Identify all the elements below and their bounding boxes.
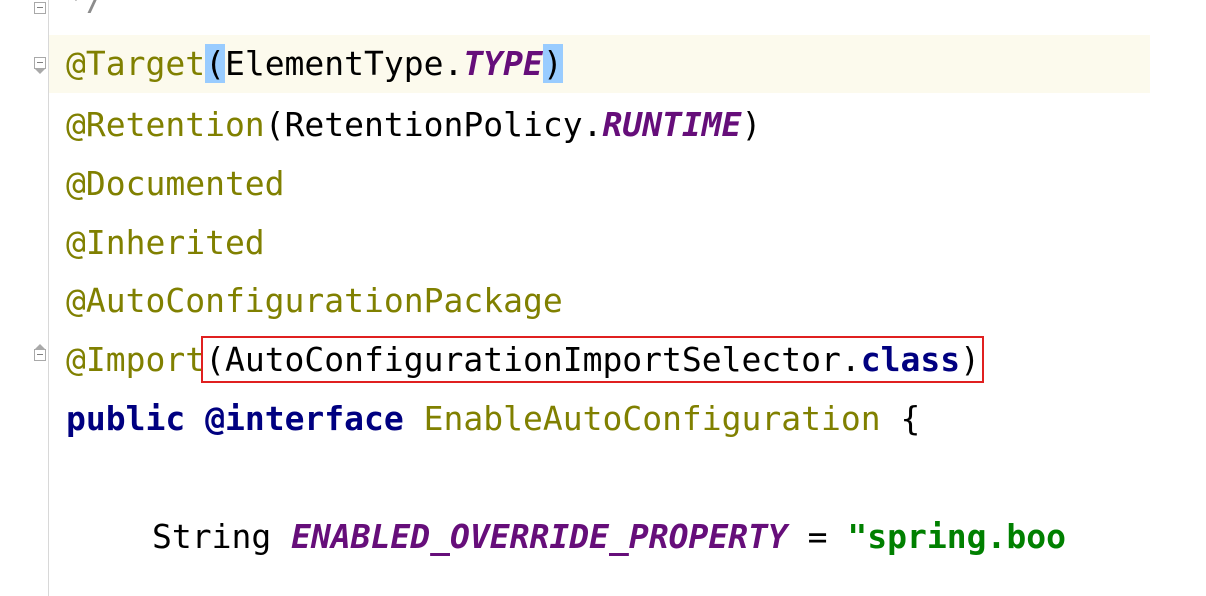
equals-operator: = bbox=[807, 517, 828, 556]
string-literal: "spring.boo bbox=[847, 517, 1066, 556]
interface-keyword: @interface bbox=[205, 399, 404, 438]
open-brace: { bbox=[900, 399, 921, 438]
code-line-import[interactable]: @Import(AutoConfigurationImportSelector.… bbox=[66, 331, 984, 389]
code-line-inherited[interactable]: @Inherited bbox=[66, 214, 265, 272]
code-line-retention[interactable]: @Retention(RetentionPolicy.RUNTIME) bbox=[66, 96, 761, 154]
public-keyword: public bbox=[66, 399, 186, 438]
type-reference: ElementType. bbox=[224, 44, 464, 83]
annotation-target: @Target bbox=[66, 44, 206, 83]
code-line-declaration[interactable]: public @interface EnableAutoConfiguratio… bbox=[66, 390, 920, 448]
field-constant-name: ENABLED_OVERRIDE_PROPERTY bbox=[291, 517, 788, 556]
comment-text: */ bbox=[66, 0, 106, 18]
code-line-documented[interactable]: @Documented bbox=[66, 155, 285, 213]
class-keyword: class bbox=[860, 340, 961, 379]
annotation-retention: @Retention bbox=[66, 105, 265, 144]
code-editor[interactable]: */ @Target(ElementType.TYPE) @Retention(… bbox=[0, 0, 1206, 596]
annotation-documented: @Documented bbox=[66, 164, 285, 203]
close-paren: ) bbox=[960, 340, 980, 379]
interface-name: EnableAutoConfiguration bbox=[423, 399, 881, 438]
constant-type: TYPE bbox=[463, 44, 543, 83]
open-paren: ( bbox=[205, 340, 225, 379]
field-type: String bbox=[152, 517, 272, 556]
constant-runtime: RUNTIME bbox=[602, 105, 742, 144]
annotation-import: @Import bbox=[66, 340, 206, 379]
code-line-target[interactable]: @Target(ElementType.TYPE) bbox=[66, 35, 563, 93]
selector-class-reference: AutoConfigurationImportSelector. bbox=[224, 340, 861, 379]
close-paren: ) bbox=[542, 44, 563, 83]
type-reference: RetentionPolicy. bbox=[284, 105, 603, 144]
open-paren: ( bbox=[205, 44, 225, 83]
fold-end-icon[interactable] bbox=[34, 344, 46, 361]
close-paren: ) bbox=[741, 105, 762, 144]
editor-gutter[interactable] bbox=[0, 0, 49, 596]
fold-icon[interactable] bbox=[34, 2, 46, 14]
code-line-comment-end[interactable]: */ bbox=[66, 0, 106, 28]
highlighted-import-argument: (AutoConfigurationImportSelector.class) bbox=[201, 336, 984, 383]
open-paren: ( bbox=[264, 105, 285, 144]
fold-collapse-icon[interactable] bbox=[34, 57, 46, 74]
code-line-auto-configuration-package[interactable]: @AutoConfigurationPackage bbox=[66, 272, 563, 330]
annotation-auto-configuration-package: @AutoConfigurationPackage bbox=[66, 281, 563, 320]
annotation-inherited: @Inherited bbox=[66, 223, 265, 262]
code-line-field[interactable]: String ENABLED_OVERRIDE_PROPERTY = "spri… bbox=[152, 508, 1066, 566]
